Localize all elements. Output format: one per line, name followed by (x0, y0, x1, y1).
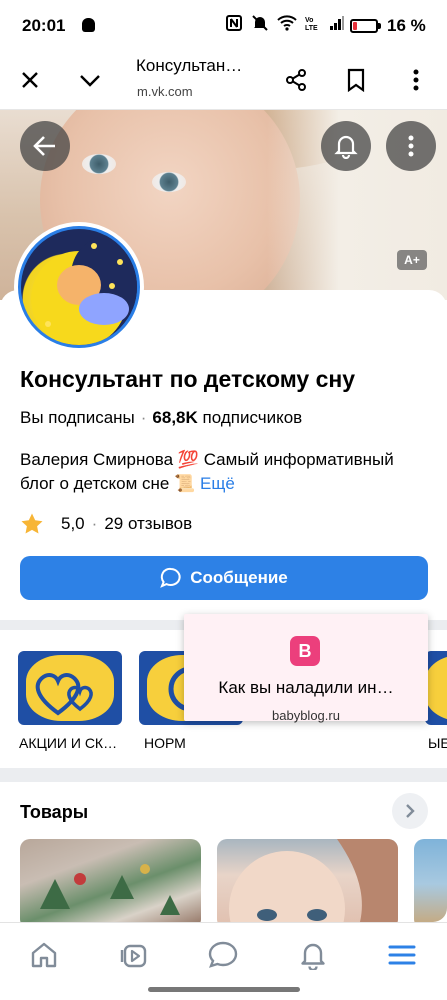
star-icon (21, 513, 43, 534)
subscribed-status[interactable]: Вы подписаны (20, 408, 135, 427)
popup-title: Как вы наладили ин… (218, 678, 394, 697)
link-label-sales[interactable]: АКЦИИ И СК… (19, 735, 117, 751)
notifications-button[interactable] (321, 121, 371, 171)
avatar[interactable] (14, 222, 144, 352)
link-label-third[interactable]: ЫЕ (428, 735, 447, 751)
more-button[interactable] (386, 121, 436, 171)
close-icon[interactable] (12, 62, 48, 98)
link-preview-popup[interactable]: B Как вы наладили ин… babyblog.ru (184, 614, 428, 723)
mute-icon (252, 15, 268, 31)
message-button[interactable]: Сообщение (20, 556, 428, 600)
volte-icon: VoLTE (305, 17, 318, 32)
group-description: Валерия Смирнова 💯 Самый информативный б… (20, 448, 430, 496)
group-name: Консультант по детскому сну (20, 366, 356, 392)
back-button[interactable] (20, 121, 70, 171)
bookmark-icon[interactable] (338, 62, 374, 98)
font-size-button[interactable]: A+ (397, 250, 427, 270)
nfc-icon (226, 15, 242, 31)
fabric-pattern (40, 864, 180, 915)
message-button-label: Сообщение (190, 568, 288, 587)
battery-percent: 16 % (387, 16, 426, 35)
link-card-third[interactable] (425, 651, 447, 725)
status-icons: Vo LTE (225, 14, 345, 32)
status-time: 20:01 (22, 16, 66, 35)
wifi-icon (277, 15, 297, 31)
more-vertical-icon (408, 135, 414, 157)
arrow-left-icon (33, 136, 55, 156)
bell-icon (334, 135, 358, 159)
status-bar: 20:01 Vo LTE 16 % (0, 0, 447, 52)
popup-url: babyblog.ru (272, 708, 340, 723)
hearts-icon (35, 673, 93, 716)
signal-icon (330, 16, 344, 30)
subscription-line: Вы подписаны · 68,8K подписчиков (20, 408, 303, 427)
svg-text:Vo: Vo (305, 17, 313, 24)
goods-item-2[interactable] (217, 839, 398, 922)
link-label-norms[interactable]: НОРМ (144, 735, 186, 751)
followers-count[interactable]: 68,8K (152, 408, 197, 427)
goods-section: Товары (0, 782, 447, 922)
share-icon[interactable] (278, 62, 314, 98)
followers-label[interactable]: подписчиков (203, 408, 303, 427)
goods-item-3[interactable] (414, 839, 447, 922)
video-icon[interactable] (114, 935, 154, 975)
more-vertical-icon[interactable] (398, 62, 434, 98)
page-url[interactable]: m.vk.com (137, 84, 193, 99)
goods-title[interactable]: Товары (20, 802, 88, 823)
babyblog-logo-icon: B (290, 636, 320, 666)
battery-icon (350, 19, 378, 33)
reviews-count: 29 отзывов (104, 514, 193, 533)
svg-text:LTE: LTE (305, 25, 318, 32)
notifications-icon[interactable] (293, 935, 333, 975)
rating-row[interactable]: 5,0 · 29 отзывов (20, 512, 192, 536)
notification-icon (82, 18, 95, 32)
baby-photo (229, 839, 398, 922)
goods-more-button[interactable] (392, 793, 428, 829)
page-title[interactable]: Консультан… (136, 56, 242, 76)
menu-icon[interactable] (382, 935, 422, 975)
goods-item-1[interactable] (20, 839, 201, 922)
home-icon[interactable] (24, 935, 64, 975)
rating-value: 5,0 (61, 514, 85, 533)
chevron-right-icon (406, 804, 415, 818)
link-card-sales[interactable] (18, 651, 122, 725)
home-indicator (148, 987, 300, 992)
more-link[interactable]: Ещё (200, 474, 235, 493)
browser-toolbar: Консультан… m.vk.com (0, 52, 447, 110)
chevron-down-icon[interactable] (72, 62, 108, 98)
messages-icon[interactable] (203, 935, 243, 975)
message-icon (160, 567, 181, 588)
